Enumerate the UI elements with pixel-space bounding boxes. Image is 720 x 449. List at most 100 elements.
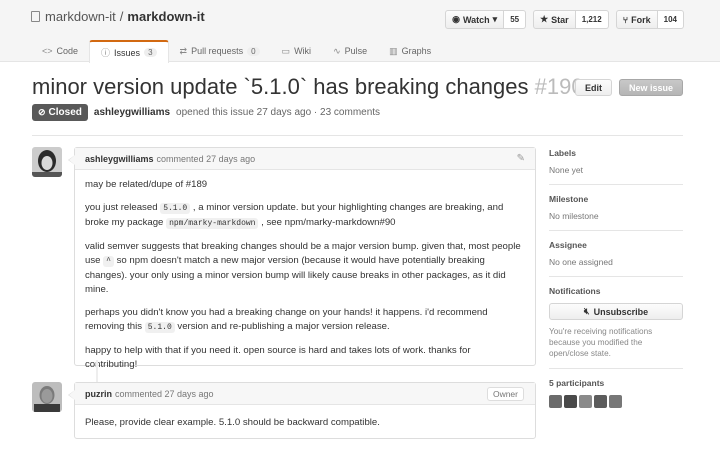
repo-separator: / xyxy=(119,9,124,24)
star-icon: ★ xyxy=(540,14,549,24)
repo-owner-link[interactable]: markdown-it xyxy=(45,9,116,24)
notification-reason: You're receiving notifications because y… xyxy=(549,327,653,358)
star-count[interactable]: 1,212 xyxy=(575,10,609,29)
repo-header: markdown-it / markdown-it ◉ Watch ▾ 55 ★… xyxy=(0,0,720,63)
tab-wiki-label: Wiki xyxy=(294,46,312,56)
text-span: , see npm/marky-markdown#90 xyxy=(261,217,396,228)
issues-counter: 3 xyxy=(144,48,157,57)
sidebar-heading: Notifications xyxy=(549,286,601,296)
avatar-puzrin-image xyxy=(32,382,62,412)
sidebar-heading: Milestone xyxy=(549,194,589,204)
issue-author-link[interactable]: ashleygwilliams xyxy=(94,107,170,118)
participant-avatar[interactable] xyxy=(564,395,577,408)
comment-header: ashleygwilliams commented 27 days ago ✎ xyxy=(68,148,535,170)
repo-nav: <> Code ⓘ Issues 3 ⇄ Pull requests 0 ▭ W… xyxy=(31,40,442,63)
code-icon: <> xyxy=(42,46,53,56)
issue-meta-text: opened this issue 27 days ago · 23 comme… xyxy=(176,107,381,118)
graph-icon: ▥ xyxy=(389,45,398,56)
star-label: Star xyxy=(551,14,569,25)
inline-code: 5.1.0 xyxy=(144,322,175,334)
sidebar-value: No milestone xyxy=(549,211,599,221)
comment-paragraph: valid semver suggests that breaking chan… xyxy=(85,240,525,298)
comment-timestamp[interactable]: commented 27 days ago xyxy=(157,154,256,164)
sidebar-milestone: Milestone No milestone xyxy=(549,194,683,231)
new-issue-button[interactable]: New issue xyxy=(618,79,683,96)
tab-graphs[interactable]: ▥ Graphs xyxy=(378,40,442,62)
timeline-connector xyxy=(96,360,98,382)
issue-meta: ⊘ Closed ashleygwilliams opened this iss… xyxy=(32,104,380,121)
tab-pulse[interactable]: ∿ Pulse xyxy=(322,40,378,62)
unsubscribe-label: Unsubscribe xyxy=(593,306,649,317)
repo-title: markdown-it / markdown-it xyxy=(31,9,205,24)
avatar[interactable] xyxy=(32,382,62,412)
repo-icon xyxy=(31,11,40,22)
fork-group: ⑂ Fork 104 xyxy=(615,10,684,29)
comment-paragraph: happy to help with that if you need it. … xyxy=(85,345,471,371)
owner-badge: Owner xyxy=(486,387,524,401)
book-icon: ▭ xyxy=(281,45,291,56)
participant-avatar[interactable] xyxy=(609,395,622,408)
comment-body: may be related/dupe of #189 you just rel… xyxy=(75,170,535,383)
text-span: version and re-publishing a major versio… xyxy=(177,321,390,333)
tab-wiki[interactable]: ▭ Wiki xyxy=(271,40,323,62)
star-button[interactable]: ★ Star xyxy=(533,10,576,29)
inline-code: npm/marky-markdown xyxy=(166,218,259,229)
sidebar-assignee: Assignee No one assigned xyxy=(549,240,683,277)
fork-count[interactable]: 104 xyxy=(657,10,684,29)
sidebar-heading: Labels xyxy=(549,148,576,158)
participant-avatars xyxy=(549,395,683,408)
issue-opened-icon: ⓘ xyxy=(101,48,111,58)
comment-author-link[interactable]: ashleygwilliams xyxy=(85,154,154,164)
participant-avatar[interactable] xyxy=(579,395,592,408)
pencil-icon[interactable]: ✎ xyxy=(517,153,525,164)
caret-down-icon: ▾ xyxy=(492,14,498,24)
tab-pull-requests-label: Pull requests xyxy=(191,46,244,56)
watch-count[interactable]: 55 xyxy=(504,10,527,29)
participant-avatar[interactable] xyxy=(549,395,562,408)
avatar-ashleygwilliams-image xyxy=(32,147,62,177)
edit-button[interactable]: Edit xyxy=(574,79,612,96)
comment-body: Please, provide clear example. 5.1.0 sho… xyxy=(75,405,535,440)
issue-title-text: minor version update `5.1.0` has breakin… xyxy=(32,74,529,99)
avatar[interactable] xyxy=(32,147,62,177)
eye-icon: ◉ xyxy=(452,14,460,24)
pull-request-icon: ⇄ xyxy=(179,45,188,56)
status-badge-label: Closed xyxy=(48,107,82,118)
watch-group: ◉ Watch ▾ 55 xyxy=(445,10,527,29)
watch-label: Watch xyxy=(462,14,490,25)
status-badge: ⊘ Closed xyxy=(32,104,88,121)
watch-button[interactable]: ◉ Watch ▾ xyxy=(445,10,505,29)
issue-sidebar: Labels None yet Milestone No milestone A… xyxy=(549,148,683,408)
tab-pull-requests[interactable]: ⇄ Pull requests 0 xyxy=(169,40,271,62)
sidebar-value: None yet xyxy=(549,165,584,175)
sidebar-participants: 5 participants xyxy=(549,378,683,408)
comment-timestamp[interactable]: commented 27 days ago xyxy=(115,389,214,399)
sidebar-labels: Labels None yet xyxy=(549,148,683,185)
fork-button[interactable]: ⑂ Fork xyxy=(615,10,658,29)
tab-graphs-label: Graphs xyxy=(401,46,432,56)
mute-icon: 🔇︎ xyxy=(583,306,590,316)
pull-requests-counter: 0 xyxy=(247,46,260,56)
issue-closed-icon: ⊘ xyxy=(38,107,46,117)
issue-title: minor version update `5.1.0` has breakin… xyxy=(32,74,584,100)
tab-code-label: Code xyxy=(56,46,79,56)
comment-header: puzrin commented 27 days ago Owner xyxy=(68,383,535,405)
tab-pulse-label: Pulse xyxy=(344,46,368,56)
comment-author-link[interactable]: puzrin xyxy=(85,389,112,399)
text-span: so npm doesn't match a new major version… xyxy=(85,255,506,296)
text-span: you just released xyxy=(85,201,158,213)
unsubscribe-button[interactable]: 🔇︎ Unsubscribe xyxy=(549,303,683,320)
star-group: ★ Star 1,212 xyxy=(533,10,609,29)
participant-avatar[interactable] xyxy=(594,395,607,408)
tab-code[interactable]: <> Code xyxy=(31,40,89,62)
repo-name-link[interactable]: markdown-it xyxy=(127,9,204,24)
sidebar-heading: Assignee xyxy=(549,240,587,250)
tab-issues[interactable]: ⓘ Issues 3 xyxy=(89,40,169,63)
pulse-icon: ∿ xyxy=(333,45,341,56)
sidebar-value: No one assigned xyxy=(549,257,613,267)
sidebar-heading: 5 participants xyxy=(549,378,605,388)
comment-paragraph: you just released 5.1.0 , a minor versio… xyxy=(85,201,525,231)
comment-paragraph: perhaps you didn't know you had a breaki… xyxy=(85,306,525,335)
header-divider xyxy=(32,135,683,136)
fork-label: Fork xyxy=(631,14,651,25)
